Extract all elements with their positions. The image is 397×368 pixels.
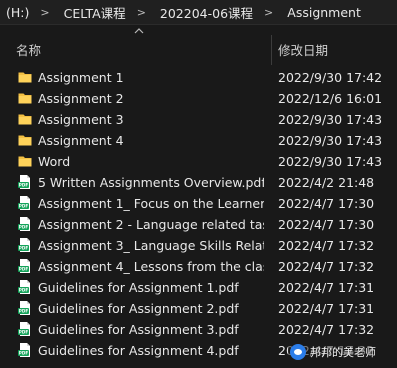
file-name: Guidelines for Assignment 4.pdf <box>38 343 239 358</box>
folder-icon <box>17 153 33 169</box>
svg-text:PDF: PDF <box>19 309 29 314</box>
file-modified-date: 2022/12/6 16:01 <box>278 91 383 106</box>
file-modified-date: 2022/4/7 17:31 <box>278 301 375 316</box>
folder-row[interactable]: Assignment 4 2022/9/30 17:43 <box>0 130 397 151</box>
sort-ascending-icon[interactable] <box>134 27 144 35</box>
pdf-file-icon: PDF <box>17 237 33 253</box>
pdf-file-icon: PDF <box>17 321 33 337</box>
file-row[interactable]: PDF Assignment 2 - Language related tas 20… <box>0 214 397 235</box>
file-modified-date: 2022/9/30 17:43 <box>278 133 383 148</box>
folder-icon <box>17 90 33 106</box>
file-name: 5 Written Assignments Overview.pdf <box>38 175 264 190</box>
file-name: Guidelines for Assignment 2.pdf <box>38 301 239 316</box>
file-name: Assignment 1 <box>38 70 124 85</box>
folder-row[interactable]: Assignment 3 2022/9/30 17:43 <box>0 109 397 130</box>
breadcrumb-assignment[interactable]: Assignment <box>285 5 363 20</box>
breadcrumb-course[interactable]: 202204-06课程 <box>158 3 255 22</box>
pdf-file-icon: PDF <box>17 279 33 295</box>
file-row[interactable]: PDF Guidelines for Assignment 1.pdf 2022/4… <box>0 277 397 298</box>
pdf-file-icon: PDF <box>17 195 33 211</box>
chevron-right-icon[interactable]: > <box>31 6 61 19</box>
folder-row[interactable]: Assignment 1 2022/9/30 17:42 <box>0 67 397 88</box>
file-modified-date: 2022/4/7 17:31 <box>278 280 375 295</box>
pdf-file-icon: PDF <box>17 300 33 316</box>
wechat-logo-icon <box>290 344 306 360</box>
watermark-text: 邦邦的美老师 <box>310 346 376 359</box>
file-row[interactable]: PDF Guidelines for Assignment 3.pdf 2022/4… <box>0 319 397 340</box>
breadcrumb-celta[interactable]: CELTA课程 <box>62 3 128 22</box>
pdf-file-icon: PDF <box>17 342 33 358</box>
svg-text:PDF: PDF <box>19 351 29 356</box>
folder-icon <box>17 111 33 127</box>
file-name: Assignment 2 <box>38 91 124 106</box>
file-name: Guidelines for Assignment 1.pdf <box>38 280 239 295</box>
svg-text:PDF: PDF <box>19 246 29 251</box>
file-name: Word <box>38 154 71 169</box>
watermark: 邦邦的美老师 <box>288 342 380 362</box>
svg-text:PDF: PDF <box>19 267 29 272</box>
svg-text:PDF: PDF <box>19 288 29 293</box>
svg-text:PDF: PDF <box>19 330 29 335</box>
folder-icon <box>17 69 33 85</box>
file-modified-date: 2022/4/2 21:48 <box>278 175 375 190</box>
address-breadcrumb[interactable]: (H:) > CELTA课程 > 202204-06课程 > Assignmen… <box>0 0 397 25</box>
file-modified-date: 2022/9/30 17:43 <box>278 154 383 169</box>
file-name: Assignment 4 <box>38 133 124 148</box>
file-row[interactable]: PDF Assignment 1_ Focus on the Learner. 20… <box>0 193 397 214</box>
file-modified-date: 2022/9/30 17:43 <box>278 112 383 127</box>
folder-row[interactable]: Assignment 2 2022/12/6 16:01 <box>0 88 397 109</box>
folder-row[interactable]: Word 2022/9/30 17:43 <box>0 151 397 172</box>
file-row[interactable]: PDF 5 Written Assignments Overview.pdf 202… <box>0 172 397 193</box>
file-name: Assignment 3 <box>38 112 124 127</box>
file-modified-date: 2022/4/7 17:32 <box>278 238 375 253</box>
chevron-right-icon[interactable]: > <box>128 6 158 19</box>
pdf-file-icon: PDF <box>17 174 33 190</box>
column-divider[interactable] <box>271 35 272 65</box>
file-modified-date: 2022/4/7 17:32 <box>278 259 375 274</box>
svg-text:PDF: PDF <box>19 183 29 188</box>
svg-text:PDF: PDF <box>19 204 29 209</box>
pdf-file-icon: PDF <box>17 258 33 274</box>
file-name: Assignment 1_ Focus on the Learner. <box>38 196 264 211</box>
file-name: Assignment 4_ Lessons from the clas <box>38 259 264 274</box>
file-row[interactable]: PDF Assignment 3_ Language Skills Relate 2… <box>0 235 397 256</box>
file-row[interactable]: PDF Assignment 4_ Lessons from the clas 20… <box>0 256 397 277</box>
file-list: Assignment 1 2022/9/30 17:42 Assignment 2 2… <box>0 67 397 361</box>
column-header-name[interactable]: 名称 <box>16 40 41 59</box>
chevron-right-icon[interactable]: > <box>255 6 285 19</box>
pdf-file-icon: PDF <box>17 216 33 232</box>
breadcrumb-drive[interactable]: (H:) <box>0 5 31 20</box>
file-name: Assignment 2 - Language related tas <box>38 217 264 232</box>
svg-text:PDF: PDF <box>19 225 29 230</box>
file-name: Assignment 3_ Language Skills Relate <box>38 238 264 253</box>
file-modified-date: 2022/4/7 17:30 <box>278 217 375 232</box>
file-modified-date: 2022/4/7 17:30 <box>278 196 375 211</box>
file-modified-date: 2022/9/30 17:42 <box>278 70 383 85</box>
column-header: 名称 修改日期 <box>0 27 397 67</box>
folder-icon <box>17 132 33 148</box>
column-header-date[interactable]: 修改日期 <box>278 40 328 59</box>
file-row[interactable]: PDF Guidelines for Assignment 2.pdf 2022/4… <box>0 298 397 319</box>
file-modified-date: 2022/4/7 17:32 <box>278 322 375 337</box>
file-name: Guidelines for Assignment 3.pdf <box>38 322 239 337</box>
